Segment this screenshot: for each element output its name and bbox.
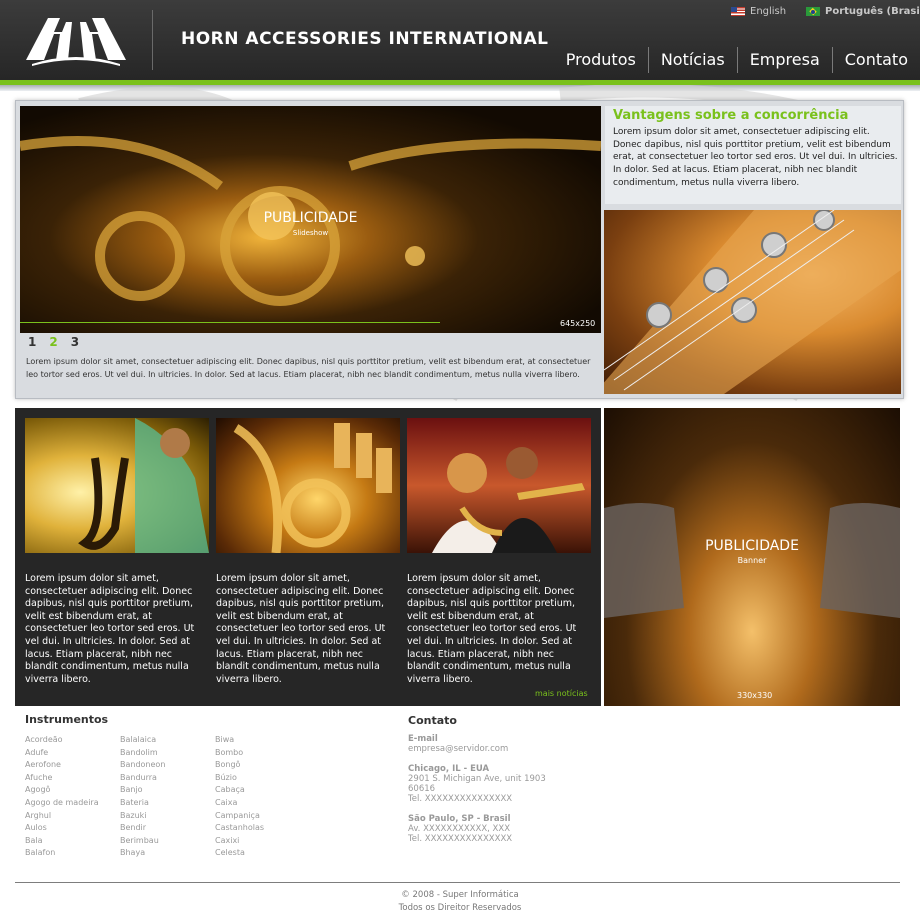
slideshow-size: 645x250: [560, 319, 596, 328]
instrument-link[interactable]: Bandolim: [120, 747, 165, 760]
news-text-3: Lorem ipsum dolor sit amet, consectetuer…: [407, 573, 577, 685]
email-link[interactable]: empresa@servidor.com: [408, 744, 508, 754]
instrument-link[interactable]: Caixa: [215, 797, 264, 810]
instrument-link[interactable]: Campaniça: [215, 810, 264, 823]
news-image-1[interactable]: [25, 418, 209, 553]
news-text-2: Lorem ipsum dolor sit amet, consectetuer…: [216, 573, 386, 685]
slideshow-subtitle: Slideshow: [292, 229, 329, 237]
copyright: © 2008 - Super Informática: [401, 890, 519, 900]
email-label: E-mail: [408, 734, 438, 744]
lang-english-label: English: [750, 6, 787, 17]
instrument-link[interactable]: Bateria: [120, 797, 165, 810]
slideshow-title: PUBLICIDADE: [263, 210, 358, 226]
chicago-phone: Tel. XXXXXXXXXXXXXXX: [408, 794, 513, 804]
slideshow-progress: [20, 322, 440, 323]
main-nav: Produtos Notícias Empresa Contato: [554, 47, 920, 73]
instrument-link[interactable]: Aerofone: [25, 759, 99, 772]
instrument-link[interactable]: Biwa: [215, 734, 264, 747]
logo-icon[interactable]: [26, 14, 126, 66]
nav-contato[interactable]: Contato: [831, 47, 920, 73]
nav-produtos[interactable]: Produtos: [554, 47, 648, 73]
instrument-link[interactable]: Afuche: [25, 772, 99, 785]
instrument-link[interactable]: Bandoneon: [120, 759, 165, 772]
banner-title: PUBLICIDADE: [705, 538, 799, 554]
instrument-link[interactable]: Berimbau: [120, 835, 165, 848]
instrument-link[interactable]: Bombo: [215, 747, 264, 760]
contact-saopaulo-block: São Paulo, SP - Brasil Av. XXXXXXXXXXX, …: [408, 814, 512, 844]
guitar-photo: [604, 210, 901, 394]
instrument-link[interactable]: Celesta: [215, 847, 264, 860]
band-performance-icon: [432, 447, 585, 553]
instrument-link[interactable]: Balafon: [25, 847, 99, 860]
lang-english[interactable]: English: [731, 6, 786, 17]
slideshow[interactable]: PUBLICIDADE Slideshow 645x250: [20, 106, 601, 333]
instrument-link[interactable]: Agogo de madeira: [25, 797, 99, 810]
instruments-column-1: Acordeão Adufe Aerofone Afuche Agogô Ago…: [25, 734, 99, 860]
pager-page-3[interactable]: 3: [71, 335, 79, 349]
nav-empresa[interactable]: Empresa: [736, 47, 832, 73]
instrument-link[interactable]: Aulos: [25, 822, 99, 835]
pager-page-2[interactable]: 2: [49, 335, 57, 349]
instrument-link[interactable]: Caxixi: [215, 835, 264, 848]
brand-name: HORN ACCESSORIES INTERNATIONAL: [181, 29, 549, 49]
saxophone-player-icon: [78, 418, 209, 553]
chicago-title: Chicago, IL - EUA: [408, 764, 490, 774]
nav-noticias[interactable]: Notícias: [647, 47, 737, 73]
chicago-address: 2901 S. Michigan Ave, unit 1903: [408, 774, 546, 784]
us-flag-icon: [731, 7, 745, 16]
news-image-3[interactable]: [407, 418, 591, 553]
lang-portuguese[interactable]: Português (Brasil): [806, 6, 920, 17]
instrument-link[interactable]: Bazuki: [120, 810, 165, 823]
slideshow-caption: Lorem ipsum dolor sit amet, consectetuer…: [26, 357, 591, 379]
instrument-link[interactable]: Balalaica: [120, 734, 165, 747]
footer-divider: [15, 882, 900, 883]
chicago-zip: 60616: [408, 784, 436, 794]
instruments-column-2: Balalaica Bandolim Bandoneon Bandurra Ba…: [120, 734, 165, 860]
more-news-link[interactable]: mais notícias: [535, 689, 588, 698]
lang-portuguese-label: Português (Brasil): [825, 6, 920, 17]
news-image-2[interactable]: [216, 418, 400, 553]
banner-size: 330x330: [737, 691, 773, 700]
instrument-link[interactable]: Bandurra: [120, 772, 165, 785]
contact-chicago-block: Chicago, IL - EUA 2901 S. Michigan Ave, …: [408, 764, 546, 804]
saopaulo-title: São Paulo, SP - Brasil: [408, 814, 511, 824]
contact-title: Contato: [408, 714, 457, 727]
instrument-link[interactable]: Bala: [25, 835, 99, 848]
saopaulo-phone: Tel. XXXXXXXXXXXXXXX: [408, 834, 513, 844]
instrument-link[interactable]: Bongô: [215, 759, 264, 772]
saopaulo-address: Av. XXXXXXXXXXX, XXX: [408, 824, 511, 834]
brass-valves-icon: [233, 423, 392, 553]
instrument-link[interactable]: Agogô: [25, 784, 99, 797]
guitar-headstock-icon: [604, 210, 901, 394]
contact-email-block: E-mail empresa@servidor.com: [408, 734, 508, 754]
instrument-link[interactable]: Bhaya: [120, 847, 165, 860]
rights-reserved: Todos os Direitor Reservados: [398, 903, 522, 913]
instruments-title: Instrumentos: [25, 713, 109, 726]
instruments-column-3: Biwa Bombo Bongô Búzio Cabaça Caixa Camp…: [215, 734, 264, 860]
news-text-1: Lorem ipsum dolor sit amet, consectetuer…: [25, 573, 195, 685]
slideshow-pager: 1 2 3: [28, 335, 79, 349]
advantages-text: Lorem ipsum dolor sit amet, consectetuer…: [613, 127, 898, 188]
instrument-link[interactable]: Adufe: [25, 747, 99, 760]
instrument-link[interactable]: Bendir: [120, 822, 165, 835]
instrument-link[interactable]: Banjo: [120, 784, 165, 797]
brazil-flag-icon: [806, 7, 820, 16]
instrument-link[interactable]: Acordeão: [25, 734, 99, 747]
instrument-link[interactable]: Cabaça: [215, 784, 264, 797]
instrument-link[interactable]: Castanholas: [215, 822, 264, 835]
instrument-link[interactable]: Arghul: [25, 810, 99, 823]
pager-page-1[interactable]: 1: [28, 335, 36, 349]
header-divider: [152, 10, 153, 70]
ad-banner[interactable]: PUBLICIDADE Banner 330x330: [604, 408, 900, 706]
instrument-link[interactable]: Búzio: [215, 772, 264, 785]
advantages-title: Vantagens sobre a concorrência: [613, 108, 849, 123]
banner-subtitle: Banner: [737, 556, 767, 565]
